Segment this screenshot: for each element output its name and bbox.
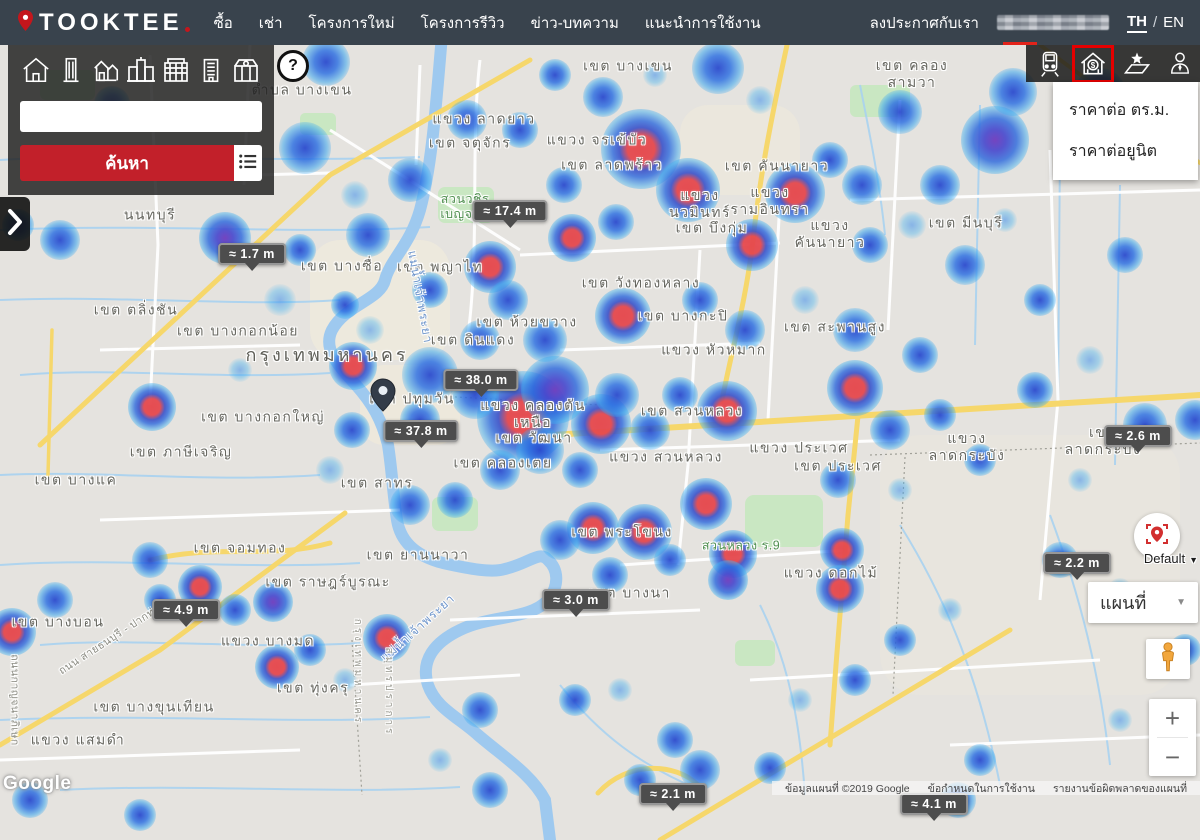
- tooktee-map-page: ตำบล บางเขนเขต บางเขนเขต คลอง สามวาแขวง …: [0, 0, 1200, 840]
- help-button[interactable]: ?: [277, 50, 309, 82]
- price-tooltip: ≈ 2.2 m: [1043, 552, 1111, 574]
- search-panel: ค้นหา: [8, 45, 274, 195]
- price-tooltip: ≈ 4.9 m: [152, 599, 220, 621]
- search-button[interactable]: ค้นหา: [20, 145, 234, 181]
- office-building-icon[interactable]: [195, 54, 227, 86]
- price-tooltip: ≈ 17.4 m: [472, 200, 547, 222]
- brand-dot: [185, 27, 190, 32]
- price-tooltip: ≈ 3.0 m: [542, 589, 610, 611]
- price-tooltip: ≈ 1.7 m: [218, 243, 286, 265]
- nav-active-underline: [1003, 42, 1037, 45]
- brand-pin-icon: [18, 10, 33, 36]
- price-mode-option[interactable]: ราคาต่อยูนิต: [1053, 131, 1198, 172]
- nav-menu-item[interactable]: โครงการใหม่: [309, 11, 395, 35]
- zoom-control: + −: [1149, 699, 1196, 776]
- search-input[interactable]: [20, 101, 262, 132]
- focus-pin-icon: [1143, 520, 1171, 553]
- condo-tower-icon[interactable]: [55, 54, 87, 86]
- post-listing-link[interactable]: ลงประกาศกับเรา: [870, 11, 979, 35]
- default-style-select[interactable]: Default ▼: [1130, 551, 1198, 566]
- house-icon[interactable]: [20, 54, 52, 86]
- lang-en[interactable]: EN: [1163, 14, 1184, 31]
- townhome-icon[interactable]: [90, 54, 122, 86]
- map-type-label: แผนที่: [1100, 588, 1176, 617]
- lang-separator: /: [1153, 14, 1157, 31]
- nav-menu-item[interactable]: แนะนำการใช้งาน: [645, 11, 761, 35]
- search-actions: ค้นหา: [20, 145, 262, 181]
- agent-icon[interactable]: [1163, 49, 1197, 79]
- chevron-right-icon: [6, 207, 24, 242]
- report-error-link[interactable]: รายงานข้อผิดพลาดของแผนที่: [1044, 780, 1196, 797]
- nav-menu: ซื้อ เช่า โครงการใหม่ โครงการรีวิว ข่าว-บทคว…: [214, 11, 761, 35]
- price-mode-dropdown: ราคาต่อ ตร.ม.ราคาต่อยูนิต: [1053, 82, 1198, 180]
- nav-right: ลงประกาศกับเรา TH / EN: [870, 11, 1200, 35]
- zoom-out-button[interactable]: −: [1149, 738, 1196, 776]
- user-account-name-blurred[interactable]: [997, 15, 1109, 30]
- brand-name: TOOKTEE: [39, 9, 183, 37]
- map-attribution: ข้อมูลแผนที่ ©2019 Google ข้อกำหนดในการใ…: [772, 781, 1200, 795]
- terms-link[interactable]: ข้อกำหนดในการใช้งาน: [919, 780, 1044, 797]
- filter-list-button[interactable]: [234, 145, 262, 181]
- zoom-in-button[interactable]: +: [1149, 699, 1196, 737]
- apartment-icon[interactable]: [160, 54, 192, 86]
- pegman-icon: [1157, 641, 1179, 678]
- price-tooltip: ≈ 37.8 m: [383, 420, 458, 442]
- nav-menu-item[interactable]: โครงการรีวิว: [421, 11, 505, 35]
- transit-icon[interactable]: [1033, 49, 1067, 79]
- favorite-area-icon[interactable]: [1120, 49, 1154, 79]
- map-data-credit: ข้อมูลแผนที่ ©2019 Google: [776, 780, 919, 797]
- condo-large-icon[interactable]: [125, 54, 157, 86]
- price-tooltip: ≈ 38.0 m: [443, 369, 518, 391]
- price-tooltip: ≈ 2.6 m: [1104, 425, 1172, 447]
- brand-logo[interactable]: TOOKTEE: [18, 9, 190, 37]
- price-mode-option[interactable]: ราคาต่อ ตร.ม.: [1053, 90, 1198, 131]
- property-type-icons: [20, 53, 262, 87]
- language-switch: TH / EN: [1127, 13, 1184, 33]
- nav-menu-item[interactable]: ข่าว-บทความ: [531, 11, 619, 35]
- commercial-building-icon[interactable]: [230, 54, 262, 86]
- panel-expander-tab[interactable]: [0, 197, 30, 251]
- map-tools-toolbar: $: [1026, 45, 1200, 82]
- top-nav: TOOKTEE ซื้อ เช่า โครงการใหม่ โครงการรีวิว ข…: [0, 0, 1200, 45]
- svg-text:$: $: [1091, 60, 1096, 69]
- nav-menu-item[interactable]: ซื้อ: [214, 11, 233, 35]
- map-type-select[interactable]: แผนที่ ▼: [1088, 582, 1198, 623]
- caret-down-icon: ▼: [1189, 555, 1198, 565]
- google-logo: Google: [3, 773, 71, 795]
- price-tooltip: ≈ 2.1 m: [639, 783, 707, 805]
- lang-th[interactable]: TH: [1127, 13, 1147, 33]
- filter-list-icon: [238, 152, 258, 174]
- nav-menu-item[interactable]: เช่า: [259, 11, 283, 35]
- default-label: Default: [1144, 551, 1185, 566]
- price-house-icon[interactable]: $: [1076, 49, 1110, 79]
- caret-down-icon: ▼: [1176, 597, 1186, 608]
- pegman-button[interactable]: [1146, 639, 1190, 679]
